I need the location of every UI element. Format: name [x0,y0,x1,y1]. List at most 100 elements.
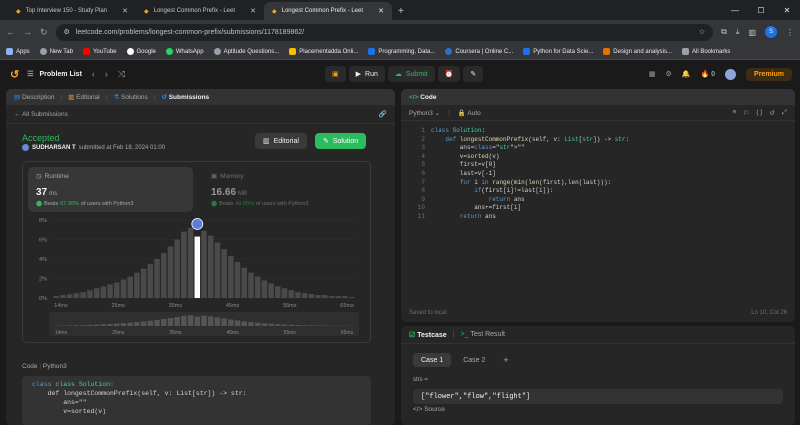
site-icon [289,48,297,55]
line-number: 3 [421,144,425,152]
bookmark-item[interactable]: Coursera | Online C... [445,48,513,55]
x-tick-label: 55ms [283,303,297,309]
chart-bar [268,283,274,298]
browser-tab-0[interactable]: ◆ Top Interview 150 - Study Plan ✕ [8,2,136,20]
code-tab[interactable]: </> Code [409,94,436,101]
chart-bar [80,292,86,298]
bookmark-item[interactable]: WhatsApp [165,48,204,55]
navigator-tick-label: 65ms [341,330,354,336]
tab-test-result[interactable]: >_ Test Result [461,331,505,338]
streak-counter[interactable]: 🔥 0 [700,70,715,78]
run-button[interactable]: ▶ Run [348,66,385,82]
line-number: 7 [421,178,425,186]
bookmark-item[interactable]: Python for Data Scie... [523,48,593,55]
close-icon[interactable]: ✕ [378,7,384,15]
forward-icon[interactable]: → [23,27,32,37]
next-problem-icon[interactable]: › [105,69,108,79]
testcase-input[interactable]: ["flower","flow","flight"] [413,389,783,404]
chart-bar [100,286,107,298]
notes-icon[interactable]: ✎ [463,66,484,82]
problem-list-button[interactable]: ☰ Problem List [27,70,82,79]
runtime-card[interactable]: ◷ Runtime 37 ms ⬤ Beats 67.96% of users with … [28,167,193,212]
tab-testcase[interactable]: ☑ Testcase [409,331,447,339]
bookmark-item[interactable]: Google [126,48,156,55]
premium-button[interactable]: Premium [746,67,792,81]
bookmark-icon[interactable]: ⚐ [743,109,749,117]
bookmark-item[interactable]: New Tab [39,48,73,55]
close-icon[interactable]: ✕ [250,7,256,15]
line-number: 9 [421,195,425,203]
site-icon [523,48,531,55]
reload-icon[interactable]: ↻ [40,27,48,38]
new-tab-button[interactable]: + [392,2,410,20]
runtime-distribution-chart[interactable]: 8% 6% 4% 2% 0% 14ms 25ms 35ms 45ms 55ms 65ms 14ms 25… [23,214,370,342]
close-icon[interactable]: ✕ [122,7,128,15]
format-icon[interactable]: ≡ [733,109,737,117]
editorial-button[interactable]: ▥ Editorial [255,133,307,149]
debug-button[interactable]: ▣ [325,66,346,82]
username[interactable]: SUDHARSAN T [32,145,76,151]
tab-submissions[interactable]: ↺ Submissions [161,93,209,101]
all-submissions-link[interactable]: ← All Submissions [14,111,68,118]
add-case-icon[interactable]: + [503,355,508,365]
tab-solutions[interactable]: ⚗ Solutions [113,93,147,101]
tab-description[interactable]: ▤ Description [14,93,54,101]
leetcode-logo-icon[interactable]: ↺ [10,68,19,81]
notification-icon[interactable]: 🔔 [682,70,691,78]
timer-icon[interactable]: ⏰ [437,66,461,82]
globe-icon [39,48,47,55]
source-button[interactable]: </> Source [413,406,445,413]
language-select[interactable]: Python3 ⌄ [409,109,440,117]
memory-card[interactable]: ▣ Memory 16.66 MB ⬤ Beats 49.85% of users wit… [203,167,368,212]
url-input[interactable]: ⚙ leetcode.com/problems/longest-common-p… [55,23,714,41]
navigator-bar [167,318,174,326]
navigator-bar [214,317,221,326]
tab-favicon: ◆ [272,8,277,15]
bookmark-item[interactable]: Placementadda Onli... [289,48,358,55]
user-avatar[interactable] [725,68,737,80]
prev-problem-icon[interactable]: ‹ [92,69,95,79]
code-line: class class Solution: [32,381,114,388]
settings-icon[interactable]: ⚙ [665,70,671,78]
tab-favicon: ◆ [16,8,21,15]
runtime-beats: ⬤ Beats 67.96% of users with Python3 [36,201,134,207]
bookmark-item[interactable]: Apps [6,48,30,55]
submission-code: class class Solution: def longestCommonP… [22,376,371,425]
tab-editorial[interactable]: ▥ Editorial [68,93,99,101]
code-editor[interactable]: 1 class Solution: 2 def longestCommonPrefi… [401,127,795,287]
y-tick-label: 6% [39,238,47,244]
chart-bar [127,276,133,298]
case-2-tab[interactable]: Case 2 [455,353,493,367]
stats-box: ◷ Runtime 37 ms ⬤ Beats 67.96% of users with … [22,161,371,343]
bookmark-item[interactable]: YouTube [82,48,117,55]
editor-toolbar: Python3 ⌄ | 🔒 Auto ≡ ⚐ { } ↺ ⤢ [401,105,795,121]
code-line: ans="" [32,399,87,406]
browser-tab-1[interactable]: ◆ Longest Common Prefix - Leet ✕ [136,2,264,20]
fullscreen-icon[interactable]: ⤢ [782,109,787,117]
x-tick-label: 45ms [226,303,240,309]
chart-bar [167,246,174,298]
bookmark-item[interactable]: Design and analysis... [603,48,672,55]
bookmark-item[interactable]: Aptitude Questions... [213,48,279,55]
streak-count: 0 [711,71,716,78]
navigator-bar [281,324,288,326]
submit-button[interactable]: ☁ Submit [387,66,435,82]
apps-icon [6,48,13,55]
code-line: last=v[-1] [431,170,496,177]
chart-bar [134,272,140,298]
case-1-tab[interactable]: Case 1 [413,353,452,367]
layout-icon[interactable]: ▦ [649,70,656,78]
browser-tab-2[interactable]: ◆ Longest Common Prefix - Leet ✕ [264,2,392,20]
runtime-label: Runtime [44,172,69,180]
shuffle-icon[interactable]: ⤨ [118,69,125,80]
chart-bar [187,227,194,298]
reset-icon[interactable]: ↺ [769,109,774,117]
back-icon[interactable]: ← [6,27,15,37]
chart-bar [53,296,60,298]
braces-icon[interactable]: { } [756,109,762,117]
bookmark-item[interactable]: Programming, Data... [368,48,435,55]
solution-button[interactable]: ✎ Solution [315,133,367,149]
auto-mode[interactable]: 🔒 Auto [458,109,481,117]
link-icon[interactable]: 🔗 [379,110,387,118]
site-info-icon[interactable]: ⚙ [64,28,70,36]
